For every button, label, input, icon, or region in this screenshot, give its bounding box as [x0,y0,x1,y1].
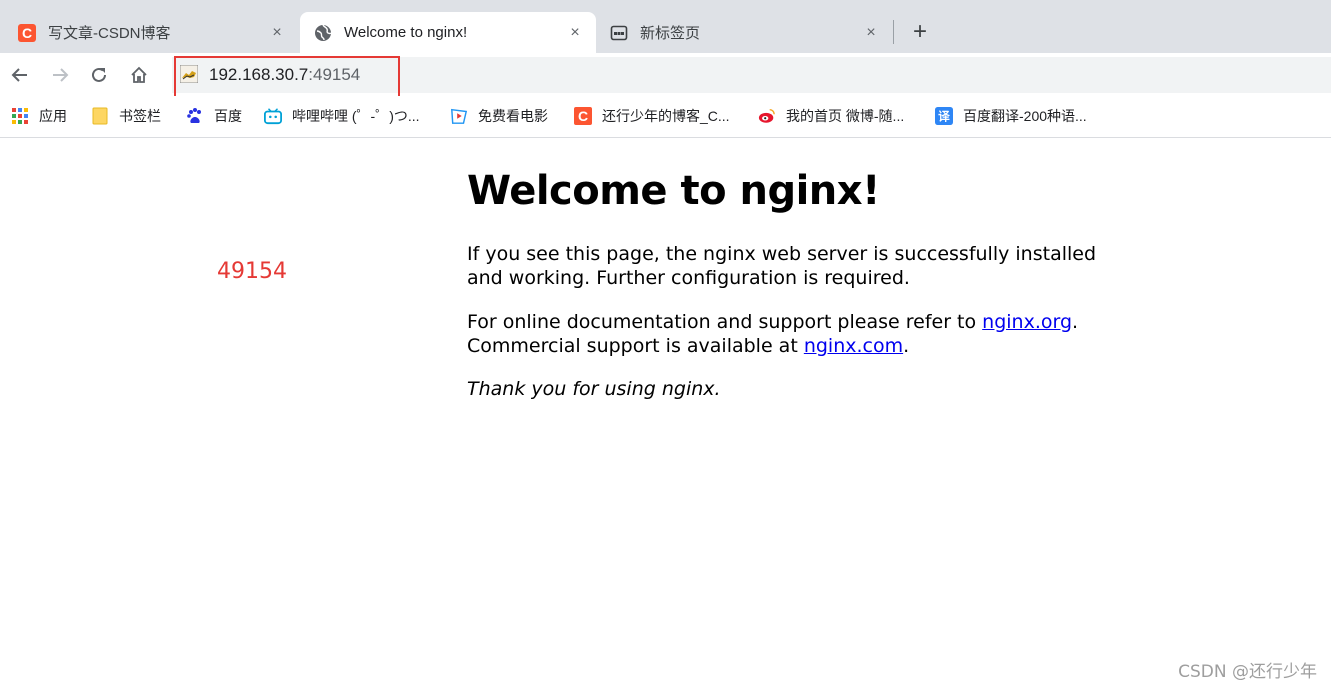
bookmark-label: 百度 [214,108,242,124]
globe-icon [314,24,332,42]
translate-icon: 译 [935,107,953,125]
apps-grid-icon [11,107,29,125]
close-icon[interactable]: × [268,24,286,42]
reload-icon [92,67,106,82]
bookmarks-bar: 应用 书签栏 百度 哔哩哔哩 (゜-゜)つ... 免费看电影 C 还行少年的博客… [0,96,1331,138]
folder-icon [91,107,109,125]
bookmark-csdn-blog[interactable]: C 还行少年的博客_C... [574,105,730,127]
intro-paragraph: If you see this page, the nginx web serv… [467,243,1097,289]
bookmark-movies[interactable]: 免费看电影 [450,105,548,127]
csdn-logo-icon: C [574,107,592,125]
tab-title: Welcome to nginx! [344,24,468,41]
svg-text:C: C [22,25,32,41]
new-tab-button[interactable]: + [908,18,932,45]
baidu-paw-icon [186,107,204,125]
bookmark-weibo[interactable]: 我的首页 微博-随... [758,105,904,127]
tab-strip: C 写文章-CSDN博客 × Welcome to nginx! × 新标签页 … [0,0,1331,53]
tab-title: 写文章-CSDN博客 [48,25,171,42]
new-tab-page-icon [610,24,628,42]
tab-new-tab[interactable]: 新标签页 × [596,12,892,53]
bookmark-baidu[interactable]: 百度 [186,105,242,127]
forward-button[interactable] [48,63,72,87]
bookmark-folder[interactable]: 书签栏 [91,105,161,127]
back-button[interactable] [8,63,32,87]
nginx-com-link[interactable]: nginx.com [804,335,903,357]
home-button[interactable] [127,63,151,87]
bookmark-label: 书签栏 [119,108,161,124]
page-title: Welcome to nginx! [467,168,880,214]
forward-arrow-icon [53,68,69,82]
bookmark-baidu-translate[interactable]: 译 百度翻译-200种语... [935,105,1087,127]
home-icon [131,66,147,83]
nginx-org-link[interactable]: nginx.org [982,311,1072,333]
tab-title: 新标签页 [640,25,701,42]
bilibili-icon [264,107,282,125]
weibo-icon [758,107,776,125]
svg-text:C: C [578,108,588,124]
video-play-icon [450,107,468,125]
back-arrow-icon [11,68,27,82]
watermark: CSDN @还行少年 [1178,662,1317,682]
bookmark-label: 我的首页 微博-随... [786,108,905,124]
commercial-text: . [903,335,910,357]
csdn-logo-icon: C [18,23,36,42]
bookmark-label: 还行少年的博客_C... [602,108,730,124]
reload-button[interactable] [87,63,111,87]
tab-csdn[interactable]: C 写文章-CSDN博客 × [0,12,298,53]
support-paragraph: For online documentation and support ple… [467,310,1107,358]
bookmark-bilibili[interactable]: 哔哩哔哩 (゜-゜)つ... [264,105,420,127]
bookmark-label: 百度翻译-200种语... [963,108,1087,124]
tab-nginx[interactable]: Welcome to nginx! × [300,12,596,53]
svg-text:译: 译 [938,110,950,124]
commercial-text: Commercial support is available at [467,335,804,357]
close-icon[interactable]: × [566,24,584,42]
thanks-text: Thank you for using nginx. [467,378,721,400]
close-icon[interactable]: × [862,24,880,42]
support-text: For online documentation and support ple… [467,311,983,333]
bookmark-apps[interactable]: 应用 [11,105,67,127]
bookmark-label: 哔哩哔哩 (゜-゜)つ... [292,108,420,124]
port-annotation: 49154 [217,259,287,284]
tab-separator [893,20,894,44]
support-text: . [1072,311,1079,333]
bookmark-label: 应用 [39,108,67,124]
bookmark-label: 免费看电影 [478,108,548,124]
